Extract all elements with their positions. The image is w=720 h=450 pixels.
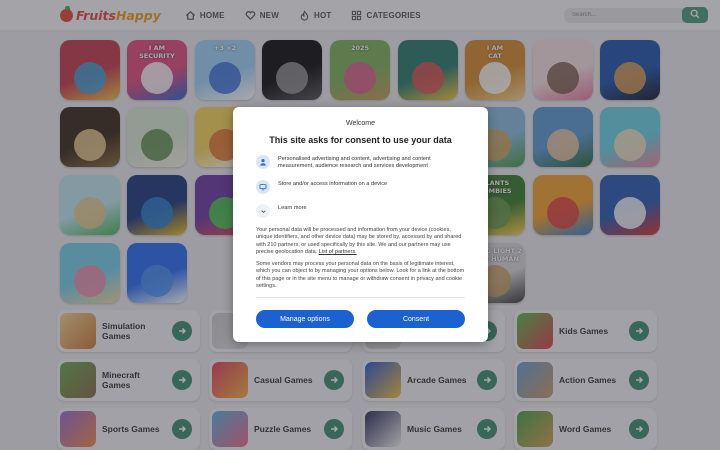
person-icon bbox=[256, 155, 270, 169]
dialog-title: This site asks for consent to use your d… bbox=[269, 135, 452, 145]
dialog-body-processing: Your personal data will be processed and… bbox=[256, 227, 465, 256]
purpose-storage-text: Store and/or access information on a dev… bbox=[278, 181, 388, 187]
manage-options-button[interactable]: Manage options bbox=[256, 310, 354, 329]
dialog-divider bbox=[256, 297, 465, 299]
dialog-welcome: Welcome bbox=[345, 120, 376, 127]
learn-more-label: Learn more bbox=[278, 205, 307, 211]
device-icon bbox=[256, 180, 270, 194]
purpose-advertising-text: Personalised advertising and content, ad… bbox=[278, 156, 431, 169]
partners-link[interactable]: List of partners. bbox=[319, 249, 357, 255]
chevron-down-icon bbox=[256, 204, 270, 218]
dialog-body-legitimate-interest: Some vendors may process your personal d… bbox=[256, 261, 465, 290]
consent-dialog: Welcome This site asks for consent to us… bbox=[233, 107, 488, 342]
consent-button[interactable]: Consent bbox=[367, 310, 465, 329]
purpose-advertising: Personalised advertising and content, ad… bbox=[256, 155, 465, 170]
dialog-actions: Manage options Consent bbox=[256, 310, 465, 329]
dialog-body-processing-text: Your personal data will be processed and… bbox=[256, 227, 462, 255]
learn-more-toggle[interactable]: Learn more bbox=[256, 204, 465, 218]
purpose-storage: Store and/or access information on a dev… bbox=[256, 180, 465, 194]
